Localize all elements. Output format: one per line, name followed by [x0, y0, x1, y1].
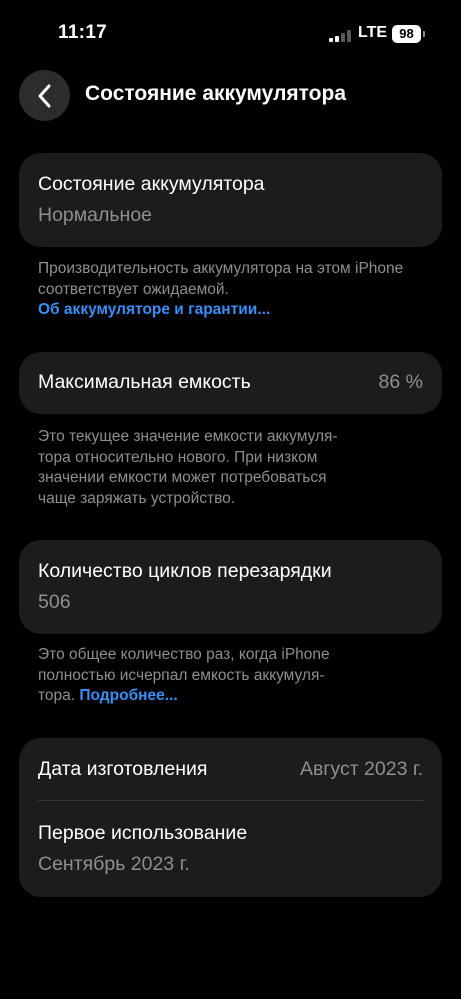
footnote-line: Это общее количество раз, когда iPhone: [38, 646, 330, 663]
first-use-label: Первое использование: [38, 822, 248, 844]
max-capacity-footnote: Это текущее значение емкости аккумуля- т…: [38, 427, 428, 509]
signal-icon: [329, 30, 351, 42]
battery-icon: 98: [392, 25, 421, 43]
max-capacity-label: Максимальная емкость: [38, 371, 251, 393]
battery-nub: [423, 31, 425, 37]
battery-health-footnote-text: Производительность аккумулятора на этом …: [38, 260, 404, 298]
cycle-count-value: 506: [38, 591, 71, 613]
cycle-count-card: Количество циклов перезарядки 506: [19, 540, 442, 634]
dates-card: Дата изготовления Август 2023 г. Первое …: [19, 738, 442, 897]
cycle-count-footnote: Это общее количество раз, когда iPhone п…: [38, 645, 428, 707]
manufacture-date-label: Дата изготовления: [38, 758, 208, 780]
warranty-link[interactable]: Об аккумуляторе и гарантии...: [38, 301, 270, 318]
battery-health-card: Состояние аккумулятора Нормальное: [19, 153, 442, 247]
footnote-line: значении емкости может потребоваться: [38, 469, 327, 486]
footnote-line: полностью исчерпал емкость аккумуля-: [38, 666, 325, 684]
page-title: Состояние аккумулятора: [85, 82, 347, 105]
battery-health-footnote: Производительность аккумулятора на этом …: [38, 259, 428, 321]
status-time: 11:17: [58, 22, 108, 43]
footnote-line: тора.: [38, 687, 76, 704]
status-bar: 11:17 LTE 98: [0, 0, 461, 66]
learn-more-link[interactable]: Подробнее...: [79, 687, 177, 704]
back-button[interactable]: [19, 70, 70, 121]
max-capacity-card: Максимальная емкость 86 %: [19, 352, 442, 414]
cycle-count-label: Количество циклов перезарядки: [38, 560, 332, 582]
manufacture-date-value: Август 2023 г.: [299, 758, 423, 780]
network-type: LTE: [358, 24, 388, 41]
footnote-line: тора относительно нового. При низком: [38, 448, 318, 466]
footnote-line: чаще заряжать устройство.: [38, 489, 236, 507]
chevron-left-icon: [38, 84, 50, 107]
divider: [38, 800, 423, 801]
footnote-line: Это текущее значение емкости аккумуля-: [38, 428, 338, 445]
max-capacity-value: 86 %: [378, 371, 423, 393]
first-use-value: Сентябрь 2023 г.: [38, 853, 190, 875]
battery-health-value: Нормальное: [38, 204, 153, 226]
battery-health-label: Состояние аккумулятора: [38, 173, 265, 195]
